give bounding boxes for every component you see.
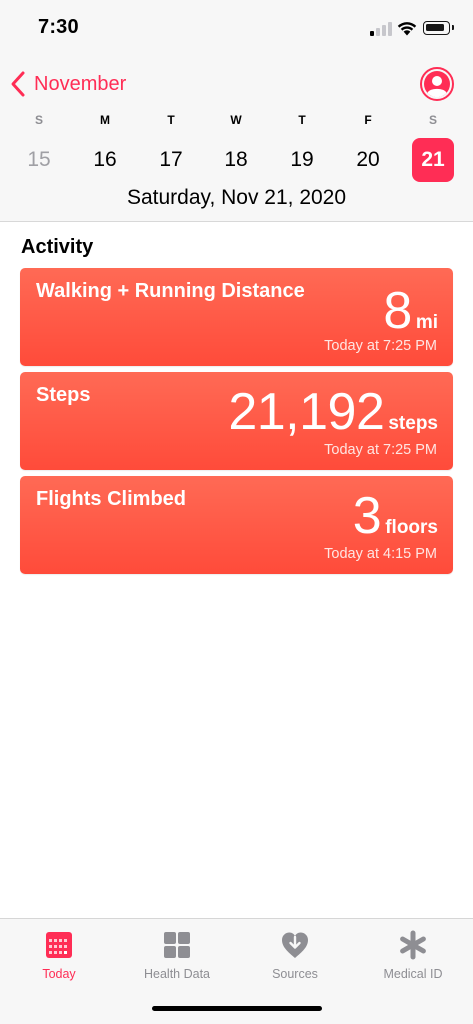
selected-date-label: Saturday, Nov 21, 2020 [126,186,347,209]
weekday-label: S [428,113,437,127]
steps-card[interactable]: Steps 21,192 steps Today at 7:25 PM [20,372,453,470]
day-16[interactable]: 16 [84,138,126,182]
back-to-month-button[interactable]: November [10,68,126,100]
home-indicator[interactable] [152,1006,322,1011]
tab-health-data[interactable]: Health Data [118,927,236,987]
tab-medical-id[interactable]: Medical ID [354,927,472,987]
tab-sources[interactable]: Sources [236,927,354,987]
status-time: 7:30 [38,16,79,38]
weekday-label: T [298,113,306,127]
date-header: November S M T W T F S 15 16 17 18 19 20… [0,58,473,222]
heart-download-icon [282,932,308,958]
walking-running-distance-card[interactable]: Walking + Running Distance 8 mi Today at… [20,268,453,366]
day-15[interactable]: 15 [18,138,60,182]
tab-label: Today [42,967,76,981]
chevron-left-icon [11,71,25,97]
card-value: 21,192 steps [228,386,438,438]
card-value-unit: floors [385,517,438,538]
card-title: Steps [36,384,91,406]
weekday-label: W [230,113,242,127]
battery-icon [423,21,454,35]
day-20[interactable]: 20 [347,138,389,182]
weekday-row: S M T W T F S [0,113,473,129]
weekday-label: T [167,113,175,127]
grid-icon [164,932,190,958]
tab-label: Medical ID [383,967,443,981]
card-value: 3 floors [353,490,438,542]
status-bar: 7:30 [0,0,473,58]
card-title: Flights Climbed [36,488,186,510]
card-value-number: 8 [383,282,412,340]
tab-label: Sources [272,967,318,981]
asterisk-icon [400,930,426,960]
card-timestamp: Today at 7:25 PM [324,338,437,354]
calendar-icon [46,932,72,958]
card-value-number: 3 [352,487,382,545]
back-label: November [34,72,127,95]
card-value-number: 21,192 [228,383,385,441]
flights-climbed-card[interactable]: Flights Climbed 3 floors Today at 4:15 P… [20,476,453,574]
weekday-label: F [364,113,372,127]
tab-label: Health Data [143,967,210,981]
card-value-unit: mi [415,312,438,333]
wifi-icon [397,22,417,36]
person-icon [424,71,450,97]
day-18[interactable]: 18 [215,138,257,182]
weekday-label: M [100,113,110,127]
card-value-unit: steps [388,413,438,434]
day-17[interactable]: 17 [150,138,192,182]
card-timestamp: Today at 4:15 PM [324,546,437,562]
day-row: 15 16 17 18 19 20 21 [0,138,473,182]
weekday-label: S [34,113,43,127]
day-21-selected[interactable]: 21 [412,138,454,182]
card-timestamp: Today at 7:25 PM [324,442,437,458]
tab-today[interactable]: Today [0,927,118,987]
activity-section-title: Activity [21,236,94,258]
card-value: 8 mi [383,285,438,337]
profile-avatar-button[interactable] [420,67,454,101]
cellular-signal-icon [370,22,392,36]
card-title: Walking + Running Distance [36,280,305,302]
day-19[interactable]: 19 [281,138,323,182]
